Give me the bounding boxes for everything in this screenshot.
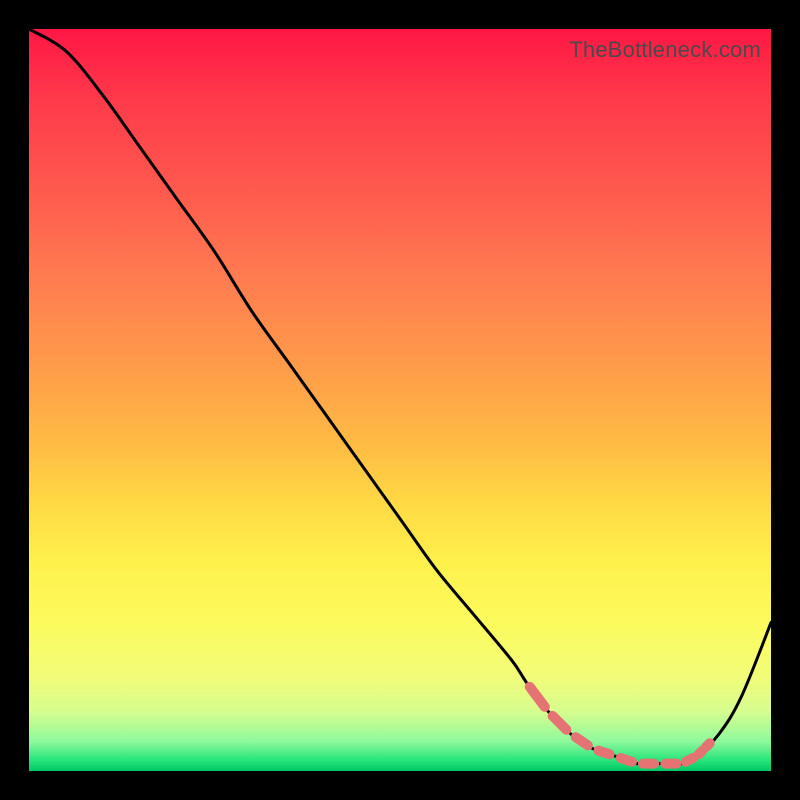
highlight-dash bbox=[699, 751, 703, 755]
highlight-dash bbox=[686, 758, 693, 762]
curve-svg bbox=[29, 29, 771, 771]
highlight-dash bbox=[530, 687, 545, 707]
watermark-text: TheBottleneck.com bbox=[569, 37, 761, 63]
chart-frame: TheBottleneck.com bbox=[0, 0, 800, 800]
plot-area: TheBottleneck.com bbox=[29, 29, 771, 771]
highlight-dash bbox=[576, 737, 588, 745]
highlight-dash bbox=[706, 743, 710, 747]
highlight-dash bbox=[621, 758, 632, 762]
highlight-dash bbox=[553, 716, 567, 730]
bottleneck-curve bbox=[29, 29, 771, 764]
highlight-dash bbox=[599, 751, 610, 755]
